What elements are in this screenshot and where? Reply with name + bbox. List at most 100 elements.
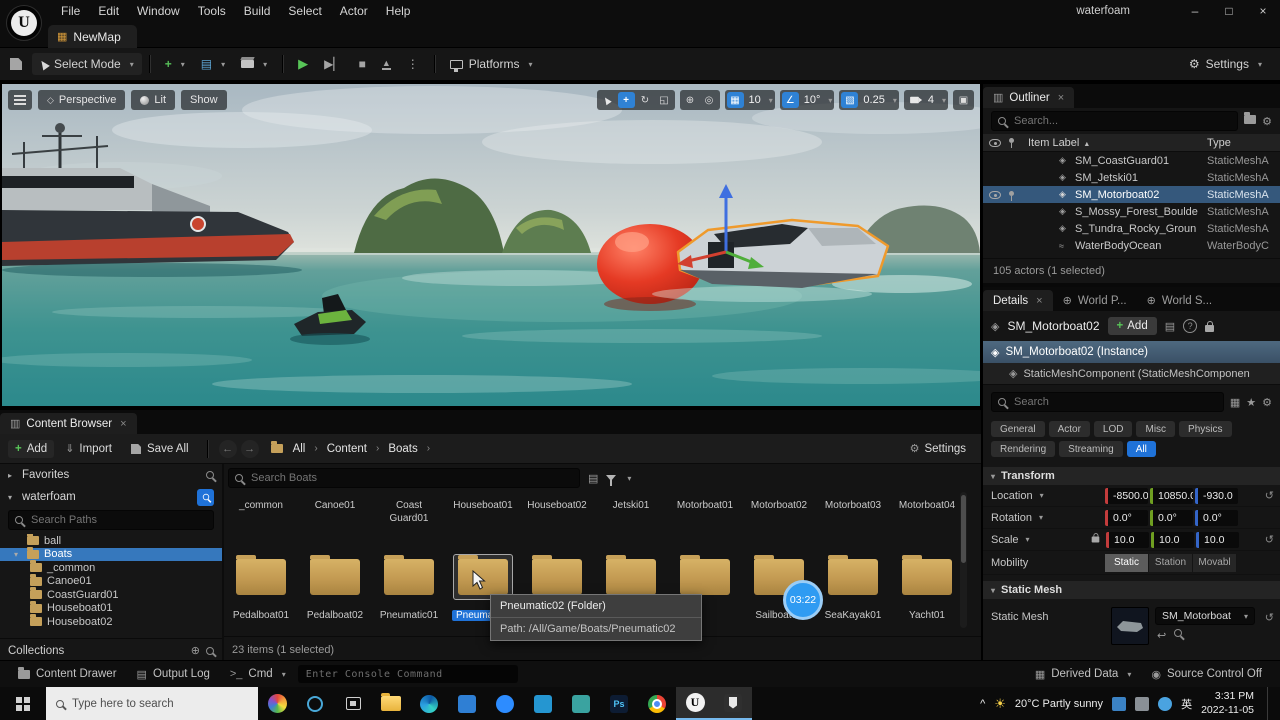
play-options-menu[interactable]: ⋮ [399, 53, 427, 75]
outliner-column-header[interactable]: Item Label ▲ Type [983, 134, 1280, 152]
search-paths-field[interactable] [9, 511, 213, 529]
details-search-input[interactable] [991, 392, 1224, 412]
details-settings-icon[interactable]: ⚙ [1262, 396, 1272, 409]
outliner-row-selected[interactable]: ◈ SM_Motorboat02 StaticMeshA [983, 186, 1280, 203]
outliner-row[interactable]: ◈ S_Tundra_Rocky_Groun StaticMeshA [983, 220, 1280, 237]
menu-edit[interactable]: Edit [89, 0, 128, 22]
outliner-row[interactable]: ≈ WaterBodyOcean WaterBodyC [983, 237, 1280, 254]
add-collection-icon[interactable]: ⊕ [191, 644, 200, 657]
cb-settings-button[interactable]: ⚙ Settings [903, 439, 973, 458]
folder-item[interactable]: Motorboat03 [820, 500, 886, 525]
close-icon[interactable]: × [120, 418, 126, 430]
edge-icon[interactable] [410, 687, 448, 720]
tree-item-ball[interactable]: ball [0, 534, 222, 548]
cb-search-field[interactable] [229, 469, 579, 487]
close-icon[interactable]: × [1058, 92, 1064, 104]
cinematics-dropdown[interactable]: ▾ [233, 56, 275, 73]
save-search-icon[interactable]: ▤ [588, 472, 598, 485]
surface-snap-icon[interactable]: ⊕ [682, 92, 699, 108]
viewport-options-menu[interactable] [8, 90, 32, 110]
outliner-search-input[interactable] [991, 111, 1239, 131]
menu-actor[interactable]: Actor [331, 0, 377, 22]
filter-funnel-icon[interactable] [606, 475, 617, 486]
menu-window[interactable]: Window [128, 0, 189, 22]
rotation-z-field[interactable]: 0.0° [1195, 509, 1238, 526]
app-icon-blue[interactable] [448, 687, 486, 720]
close-icon[interactable]: × [1036, 295, 1042, 307]
outliner-search-field[interactable] [992, 112, 1238, 130]
tab-outliner[interactable]: ▥ Outliner × [983, 87, 1075, 108]
filter-physics[interactable]: Physics [1179, 421, 1232, 437]
browse-to-asset-icon[interactable] [1174, 629, 1183, 637]
tab-newmap[interactable]: ▦ NewMap [48, 25, 137, 48]
content-drawer-button[interactable]: Content Drawer [10, 665, 125, 683]
weather-sun-icon[interactable]: ☀ [994, 696, 1006, 712]
tab-content-browser[interactable]: ▥ Content Browser × [0, 413, 137, 434]
filter-all[interactable]: All [1126, 441, 1156, 457]
rotation-x-field[interactable]: 0.0° [1105, 509, 1148, 526]
folder-item[interactable]: Motorboat01 [672, 500, 738, 525]
breadcrumb-content[interactable]: Content [325, 443, 369, 455]
breadcrumb-all[interactable]: All [291, 443, 308, 455]
menu-file[interactable]: File [52, 0, 89, 22]
stop-button[interactable]: ■ [351, 53, 374, 75]
lock-icon[interactable] [1205, 320, 1215, 332]
tree-item-coastguard01[interactable]: CoastGuard01 [0, 587, 222, 602]
skip-frame-button[interactable]: ▶▏ [316, 53, 350, 75]
scale-space-dropdown[interactable]: Scale ▾ [991, 534, 1077, 546]
section-static-mesh[interactable]: ▾ Static Mesh [983, 581, 1280, 599]
search-paths-input[interactable] [8, 510, 214, 530]
cb-import-button[interactable]: ⇓ Import [58, 439, 119, 458]
mobility-stationary-button[interactable]: Station [1149, 553, 1193, 572]
outliner-settings-icon[interactable]: ⚙ [1262, 115, 1272, 128]
unreal-taskbar-icon[interactable]: U [676, 687, 714, 720]
collections-header[interactable]: Collections ⊕ [0, 638, 222, 662]
folder-item[interactable]: _common [228, 500, 294, 525]
rotation-y-field[interactable]: 0.0° [1150, 509, 1193, 526]
outliner-row[interactable]: ◈ S_Mossy_Forest_Boulde StaticMeshA [983, 203, 1280, 220]
tray-icon-2[interactable] [1135, 696, 1150, 711]
scale-tool-icon[interactable]: ◱ [656, 92, 673, 108]
task-view-icon[interactable] [334, 687, 372, 720]
folder-item[interactable]: Motorboat02 [746, 500, 812, 525]
filter-lod[interactable]: LOD [1093, 421, 1133, 437]
cb-add-button[interactable]: + Add [8, 439, 55, 458]
tree-item-common[interactable]: _common [0, 560, 222, 575]
property-matrix-icon[interactable]: ▦ [1230, 396, 1240, 409]
play-button[interactable]: ▶ [290, 52, 316, 76]
save-icon[interactable] [10, 58, 22, 70]
chrome-icon[interactable] [638, 687, 676, 720]
grid-snap-control[interactable]: ▦ 10 ▾ [724, 90, 775, 110]
path-search-toggle[interactable] [197, 488, 214, 506]
close-button[interactable]: × [1246, 0, 1280, 22]
outliner-row[interactable]: ◈ SM_Jetski01 StaticMeshA [983, 169, 1280, 186]
folder-item[interactable]: Motorboat04 [894, 500, 960, 525]
actor-snap-icon[interactable]: ◎ [701, 92, 718, 108]
folder-item[interactable]: Pneumatic01 [376, 554, 442, 621]
forward-button[interactable]: → [240, 439, 259, 458]
folder-item[interactable]: Coast Guard01 [376, 500, 442, 525]
vscode-icon[interactable] [524, 687, 562, 720]
epic-games-icon[interactable] [714, 687, 752, 720]
details-search-field[interactable] [992, 393, 1223, 411]
new-folder-icon[interactable] [1244, 112, 1257, 127]
rotate-tool-icon[interactable]: ↻ [637, 92, 654, 108]
tab-world-settings[interactable]: ⊕ World S... [1137, 290, 1223, 311]
breadcrumb-boats[interactable]: Boats [386, 443, 419, 455]
eye-icon[interactable] [989, 190, 1001, 199]
location-space-dropdown[interactable]: Location ▾ [991, 490, 1077, 502]
back-button[interactable]: ← [218, 439, 237, 458]
menu-help[interactable]: Help [377, 0, 420, 22]
folder-item[interactable]: Pedalboat02 [302, 554, 368, 621]
cmd-dropdown[interactable]: >_ Cmd ▾ [222, 665, 294, 683]
weather-label[interactable]: 20°C Partly sunny [1015, 698, 1103, 710]
scrollbar[interactable] [960, 492, 967, 628]
console-command-input[interactable] [297, 665, 518, 683]
folder-item[interactable]: Canoe01 [302, 500, 368, 525]
select-tool-icon[interactable] [599, 92, 616, 108]
tray-icon-1[interactable] [1112, 696, 1127, 711]
mobility-movable-button[interactable]: Movabl [1193, 553, 1237, 572]
tree-item-boats-selected[interactable]: ▾ Boats [0, 546, 222, 561]
scale-z-field[interactable]: 10.0 [1196, 531, 1239, 548]
folder-item[interactable]: Yacht01 [894, 554, 960, 621]
